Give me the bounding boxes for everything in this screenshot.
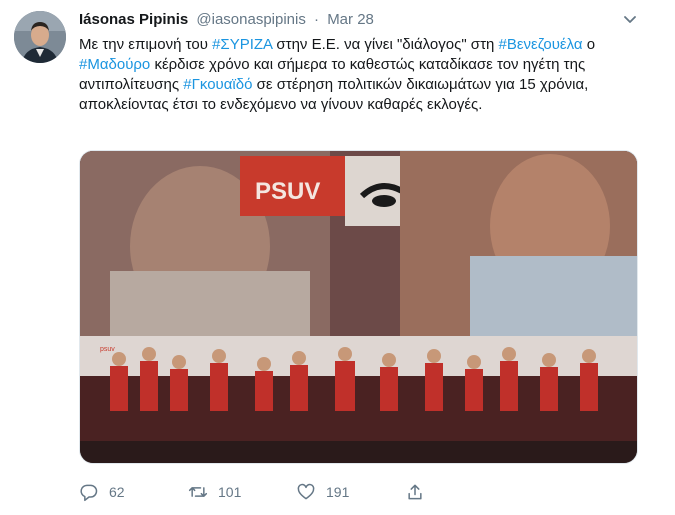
hashtag-maduro[interactable]: #Μαδούρο <box>79 56 150 73</box>
text-segment: Με την επιμονή του <box>79 36 213 53</box>
retweet-button[interactable]: 101 <box>188 480 241 504</box>
hashtag-syriza[interactable]: #ΣΥΡΙΖΑ <box>212 36 272 53</box>
retweet-count: 101 <box>218 484 242 500</box>
timestamp[interactable]: Mar 28 <box>327 11 374 28</box>
retweet-icon <box>188 487 208 497</box>
like-count: 191 <box>326 484 350 500</box>
hashtag-venezuela[interactable]: #Βενεζουέλα <box>499 36 583 53</box>
tweet-text: Με την επιμονή του #ΣΥΡΙΖΑ στην Ε.Ε. να … <box>79 35 644 115</box>
separator-dot: · <box>314 11 320 28</box>
tweet[interactable]: Iásonas Pipinis @iasonaspipinis · Mar 28… <box>0 0 675 515</box>
share-button[interactable] <box>405 480 435 504</box>
display-name[interactable]: Iásonas Pipinis <box>79 11 188 28</box>
reply-button[interactable]: 62 <box>79 480 125 504</box>
rally-photo: PSUV psuv <box>80 151 637 463</box>
tweet-header: Iásonas Pipinis @iasonaspipinis · Mar 28 <box>79 11 374 31</box>
like-icon <box>297 483 315 500</box>
text-segment: στην Ε.Ε. να γίνει "διάλογος" στη <box>272 36 499 53</box>
reply-icon <box>80 484 98 502</box>
share-icon <box>408 484 422 500</box>
caret-down-icon[interactable] <box>622 12 638 28</box>
reply-count: 62 <box>109 484 125 500</box>
podium-label-text: psuv <box>100 346 115 353</box>
like-button[interactable]: 191 <box>296 480 349 504</box>
text-segment: ο <box>582 36 596 53</box>
tweet-photo[interactable]: PSUV psuv <box>79 150 638 464</box>
tweet-actions: 62 101 191 <box>79 480 639 504</box>
username-handle[interactable]: @iasonaspipinis <box>196 11 305 28</box>
avatar[interactable] <box>14 11 66 63</box>
avatar-image <box>14 11 66 63</box>
hashtag-guaido[interactable]: #Γκουαϊδό <box>183 76 252 93</box>
banner-logo-text: PSUV <box>255 178 320 205</box>
